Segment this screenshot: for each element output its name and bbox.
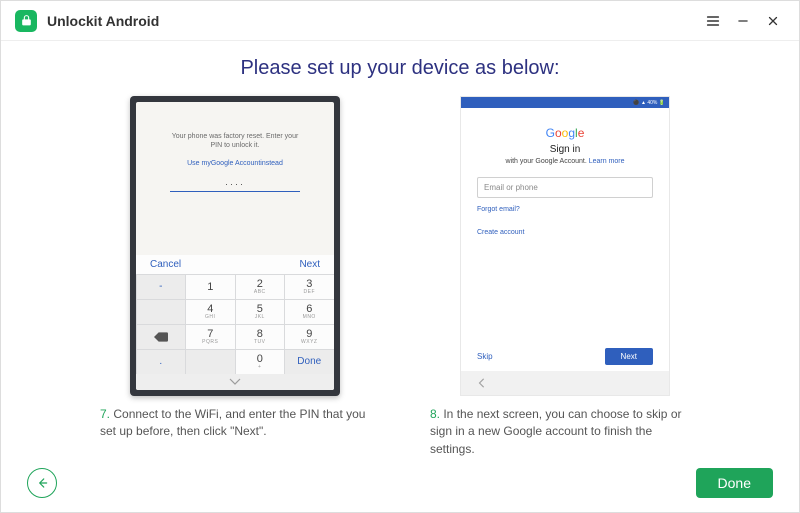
phone-mockup-google: ⚫ ▲ 40% 🔋 Google Sign in with your Googl… <box>460 96 670 396</box>
pin-dots: ···· <box>136 179 334 189</box>
pin-message: Your phone was factory reset. Enter your… <box>136 132 334 150</box>
page-heading: Please set up your device as below: <box>31 57 769 80</box>
google-signin-body: Google Sign in with your Google Account.… <box>461 108 669 342</box>
signin-subtitle: with your Google Account. Learn more <box>477 158 653 165</box>
menu-icon <box>705 13 721 29</box>
back-button[interactable] <box>27 468 57 498</box>
key-4: 4GHI <box>186 300 235 324</box>
key-0: 0+ <box>236 350 285 374</box>
app-title: Unlockit Android <box>47 13 159 29</box>
learn-more-link: Learn more <box>589 158 625 165</box>
step-7-number: 7. <box>100 407 110 421</box>
numeric-keypad: - 1 2ABC 3DEF 4GHI 5JKL 6MNO 7PQRS <box>136 274 334 374</box>
key-3: 3DEF <box>285 275 334 299</box>
skip-link: Skip <box>477 352 493 361</box>
phone-screen-pin: Your phone was factory reset. Enter your… <box>136 102 334 390</box>
key-minus: - <box>137 275 186 299</box>
use-google-account-link: Use myGoogle Accountinstead <box>136 160 334 167</box>
key-2: 2ABC <box>236 275 285 299</box>
key-1: 1 <box>186 275 235 299</box>
forgot-email-link: Forgot email? <box>477 206 653 213</box>
menu-button[interactable] <box>701 9 725 33</box>
key-9: 9WXYZ <box>285 325 334 349</box>
step-8-column: ⚫ ▲ 40% 🔋 Google Sign in with your Googl… <box>430 96 700 458</box>
nav-bar <box>461 371 669 395</box>
lock-icon <box>20 14 33 27</box>
step-7-caption: 7. Connect to the WiFi, and enter the PI… <box>100 406 370 441</box>
key-7: 7PQRS <box>186 325 235 349</box>
main-content: Please set up your device as below: Your… <box>1 41 799 460</box>
screenshot-gallery: Your phone was factory reset. Enter your… <box>31 96 769 458</box>
key-spacer-1 <box>137 300 186 324</box>
key-8: 8TUV <box>236 325 285 349</box>
close-icon <box>766 14 780 28</box>
email-field: Email or phone <box>477 177 653 198</box>
pin-cancel: Cancel <box>150 259 181 270</box>
titlebar: Unlockit Android <box>1 1 799 41</box>
pin-actions: Cancel Next <box>136 255 334 274</box>
key-done: Done <box>285 350 334 374</box>
arrow-left-icon <box>34 476 50 490</box>
key-5: 5JKL <box>236 300 285 324</box>
key-dot: . <box>137 350 186 374</box>
done-button[interactable]: Done <box>696 468 773 498</box>
app-window: Unlockit Android Please set up your devi… <box>0 0 800 513</box>
back-chevron-icon <box>477 378 487 388</box>
chevron-down-icon <box>229 378 241 386</box>
status-bar: ⚫ ▲ 40% 🔋 <box>461 97 669 108</box>
bottom-bar: Done <box>1 460 799 512</box>
step-7-column: Your phone was factory reset. Enter your… <box>100 96 370 458</box>
signin-title: Sign in <box>477 144 653 155</box>
phone-mockup-pin: Your phone was factory reset. Enter your… <box>130 96 340 396</box>
google-next-button: Next <box>605 348 653 365</box>
pin-next: Next <box>299 259 320 270</box>
google-footer-actions: Skip Next <box>461 342 669 371</box>
google-logo: Google <box>477 126 653 140</box>
key-spacer-2 <box>186 350 235 374</box>
create-account-link: Create account <box>477 229 653 236</box>
key-backspace <box>137 325 186 349</box>
backspace-icon <box>154 332 168 342</box>
key-6: 6MNO <box>285 300 334 324</box>
app-logo <box>15 10 37 32</box>
close-button[interactable] <box>761 9 785 33</box>
keyboard-collapse <box>136 374 334 390</box>
phone-screen-google: ⚫ ▲ 40% 🔋 Google Sign in with your Googl… <box>460 96 670 396</box>
step-8-caption: 8. In the next screen, you can choose to… <box>430 406 700 458</box>
minimize-button[interactable] <box>731 9 755 33</box>
minimize-icon <box>736 14 750 28</box>
step-8-number: 8. <box>430 407 440 421</box>
